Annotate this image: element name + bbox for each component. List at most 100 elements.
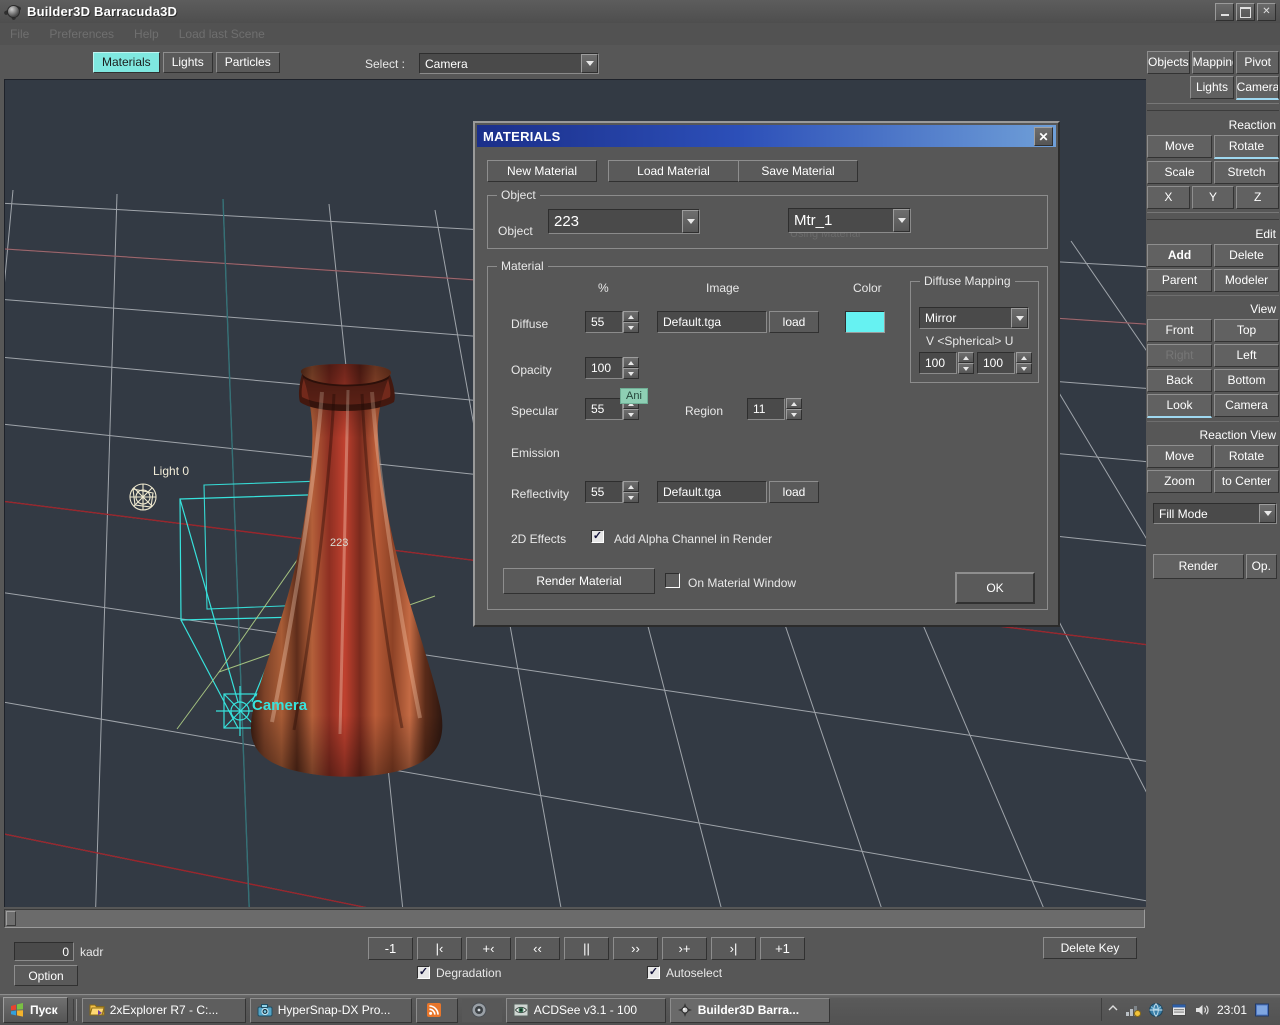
- opacity-percent-stepper[interactable]: [623, 357, 639, 379]
- degradation-checkbox[interactable]: ✓: [417, 966, 430, 979]
- menu-item-help[interactable]: Help: [124, 27, 169, 41]
- render-material-button[interactable]: Render Material: [503, 568, 655, 594]
- region-input[interactable]: 11: [747, 398, 785, 420]
- transport-go-start-button[interactable]: |‹: [417, 937, 462, 960]
- sidebar-button-delete[interactable]: Delete: [1214, 244, 1279, 267]
- new-material-button[interactable]: New Material: [487, 160, 597, 182]
- sidebar-button-mapping[interactable]: Mapping: [1192, 51, 1235, 74]
- desktop-icon[interactable]: [1254, 1002, 1270, 1018]
- sidebar-button-rview-rotate[interactable]: Rotate: [1214, 445, 1279, 468]
- menu-item-load-last-scene[interactable]: Load last Scene: [169, 27, 275, 41]
- mapping-u-stepper[interactable]: [1016, 352, 1032, 374]
- sidebar-button-rview-zoom[interactable]: Zoom: [1147, 470, 1212, 493]
- menu-item-preferences[interactable]: Preferences: [39, 27, 124, 41]
- maximize-button[interactable]: [1236, 3, 1255, 21]
- stepper-up-icon[interactable]: [623, 357, 639, 368]
- sidebar-button-reaction-scale[interactable]: Scale: [1147, 161, 1212, 184]
- stepper-up-icon[interactable]: [1016, 352, 1032, 363]
- clock[interactable]: 23:01: [1217, 1003, 1247, 1017]
- sidebar-button-view-top[interactable]: Top: [1214, 319, 1279, 342]
- volume-icon[interactable]: [1194, 1002, 1210, 1018]
- on-material-window-checkbox[interactable]: [665, 573, 680, 588]
- timeline-scrollbar[interactable]: [4, 909, 1145, 928]
- sidebar-button-view-camera[interactable]: Camera: [1214, 394, 1279, 417]
- menu-item-file[interactable]: File: [0, 27, 39, 41]
- stepper-down-icon[interactable]: [958, 363, 974, 374]
- sidebar-button-view-back[interactable]: Back: [1147, 369, 1212, 392]
- stepper-up-icon[interactable]: [958, 352, 974, 363]
- taskbar-item-disc[interactable]: [462, 999, 502, 1022]
- sidebar-button-reaction-move[interactable]: Move: [1147, 135, 1212, 158]
- network-icon[interactable]: [1125, 1002, 1141, 1018]
- sidebar-button-rview-to-center[interactable]: to Center: [1214, 470, 1279, 493]
- transport-add-key-prev-button[interactable]: +‹: [466, 937, 511, 960]
- sidebar-button-reaction-rotate[interactable]: Rotate: [1214, 135, 1279, 159]
- reflectivity-load-button[interactable]: load: [769, 481, 819, 503]
- chevron-down-icon[interactable]: [1011, 308, 1028, 328]
- stepper-down-icon[interactable]: [623, 368, 639, 379]
- delete-key-button[interactable]: Delete Key: [1043, 937, 1137, 959]
- ok-button[interactable]: OK: [955, 572, 1035, 604]
- taskbar-item-hypersnap[interactable]: HyperSnap-DX Pro...: [250, 998, 412, 1023]
- sidebar-button-reaction-stretch[interactable]: Stretch: [1214, 161, 1279, 184]
- tab-materials[interactable]: Materials: [93, 52, 160, 73]
- fill-mode-combo[interactable]: Fill Mode: [1153, 503, 1277, 524]
- dialog-close-button[interactable]: ✕: [1034, 127, 1053, 146]
- diffuse-image-input[interactable]: Default.tga: [657, 311, 767, 333]
- object-combo[interactable]: 223: [548, 209, 700, 234]
- taskbar-item-2xexplorer[interactable]: 2xExplorer R7 - C:...: [82, 998, 246, 1023]
- save-material-button[interactable]: Save Material: [738, 160, 858, 182]
- diffuse-mapping-combo[interactable]: Mirror: [919, 307, 1029, 329]
- reflectivity-percent-stepper[interactable]: [623, 481, 639, 503]
- stepper-down-icon[interactable]: [786, 409, 802, 420]
- chevron-down-icon[interactable]: [682, 210, 699, 233]
- sidebar-button-view-left[interactable]: Left: [1214, 344, 1279, 367]
- transport-plus-one-button[interactable]: +1: [760, 937, 805, 960]
- stepper-up-icon[interactable]: [623, 481, 639, 492]
- diffuse-percent-input[interactable]: 55: [585, 311, 623, 333]
- sidebar-button-view-look[interactable]: Look: [1147, 394, 1212, 418]
- globe-icon[interactable]: [1148, 1002, 1164, 1018]
- stepper-down-icon[interactable]: [1016, 363, 1032, 374]
- render-options-button[interactable]: Op.: [1246, 554, 1278, 579]
- load-material-button[interactable]: Load Material: [608, 160, 739, 182]
- sidebar-button-lights[interactable]: Lights: [1190, 76, 1233, 99]
- sidebar-button-axis-x[interactable]: X: [1147, 186, 1190, 209]
- diffuse-color-swatch[interactable]: [845, 311, 885, 333]
- taskbar-item-rss[interactable]: [416, 998, 458, 1023]
- transport-forward-button[interactable]: ››: [613, 937, 658, 960]
- stepper-up-icon[interactable]: [623, 311, 639, 322]
- chevron-down-icon[interactable]: [581, 54, 598, 73]
- sidebar-button-rview-move[interactable]: Move: [1147, 445, 1212, 468]
- autoselect-checkbox[interactable]: ✓: [647, 966, 660, 979]
- transport-minus-one-button[interactable]: -1: [368, 937, 413, 960]
- mapping-v-input[interactable]: 100: [919, 352, 957, 374]
- select-combo[interactable]: Camera: [419, 53, 599, 74]
- chevron-down-icon[interactable]: [893, 209, 910, 232]
- window-icon[interactable]: [1171, 1002, 1187, 1018]
- sidebar-button-view-front[interactable]: Front: [1147, 319, 1212, 342]
- reflectivity-percent-input[interactable]: 55: [585, 481, 623, 503]
- alpha-channel-checkbox[interactable]: ✓: [591, 530, 604, 543]
- mapping-u-input[interactable]: 100: [977, 352, 1015, 374]
- chevron-down-icon[interactable]: [1259, 504, 1276, 523]
- start-button[interactable]: Пуск: [3, 997, 68, 1023]
- tab-particles[interactable]: Particles: [216, 52, 280, 73]
- diffuse-load-button[interactable]: load: [769, 311, 819, 333]
- sidebar-button-view-bottom[interactable]: Bottom: [1214, 369, 1279, 392]
- reflectivity-image-input[interactable]: Default.tga: [657, 481, 767, 503]
- specular-percent-input[interactable]: 55: [585, 398, 623, 420]
- transport-add-key-next-button[interactable]: ›+: [662, 937, 707, 960]
- option-button[interactable]: Option: [14, 965, 78, 986]
- sidebar-button-parent[interactable]: Parent: [1147, 269, 1212, 292]
- tab-lights[interactable]: Lights: [163, 52, 213, 73]
- frame-number-input[interactable]: 0: [14, 942, 74, 961]
- minimize-button[interactable]: [1215, 3, 1234, 21]
- stepper-up-icon[interactable]: [786, 398, 802, 409]
- region-stepper[interactable]: [786, 398, 802, 420]
- scrollbar-thumb[interactable]: [6, 911, 16, 926]
- sidebar-button-pivot[interactable]: Pivot: [1236, 51, 1279, 74]
- close-button[interactable]: ✕: [1257, 3, 1276, 21]
- sidebar-button-axis-z[interactable]: Z: [1236, 186, 1279, 209]
- stepper-down-icon[interactable]: [623, 409, 639, 420]
